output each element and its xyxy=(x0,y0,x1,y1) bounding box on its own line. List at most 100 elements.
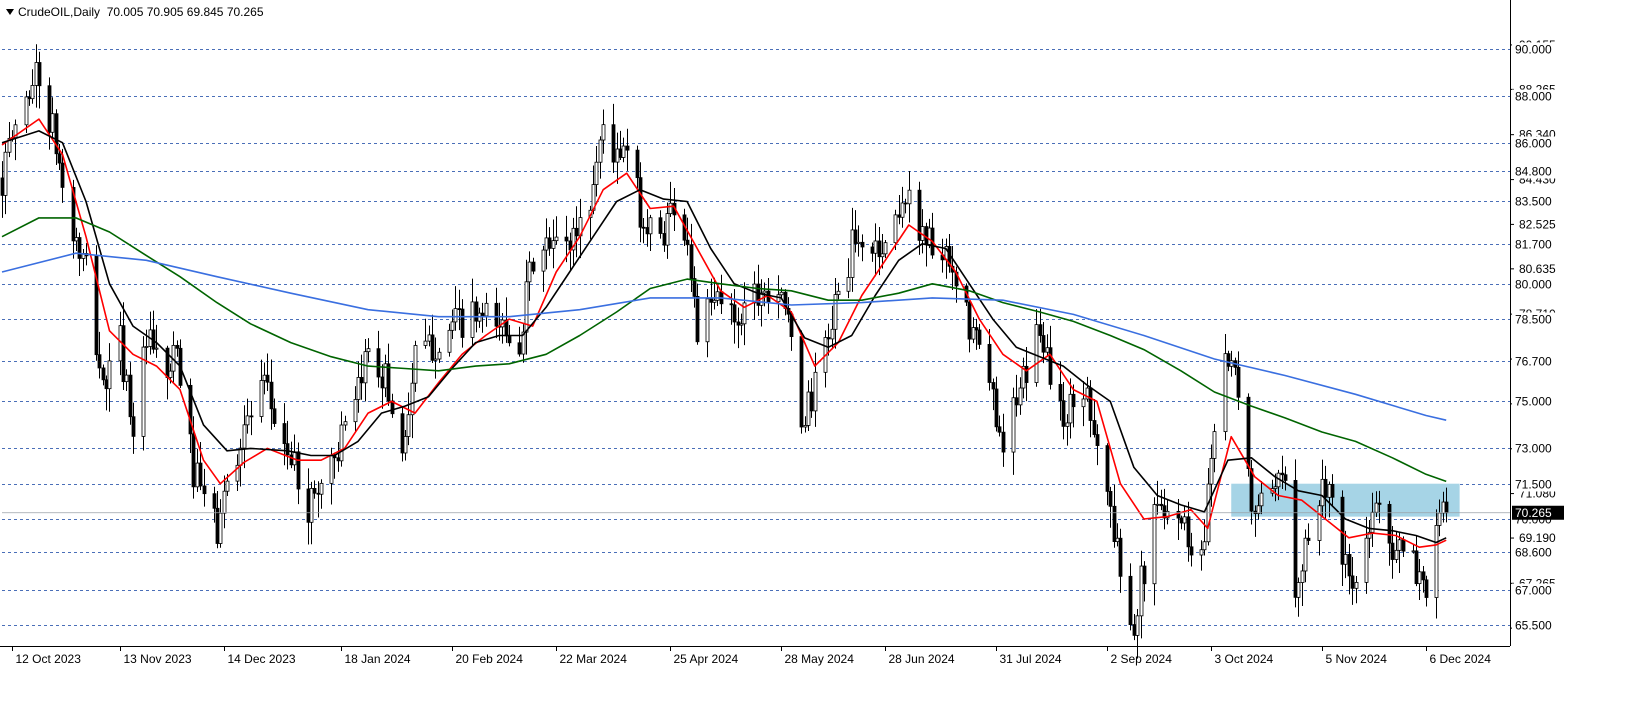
candle-body xyxy=(1182,516,1187,524)
candle-body xyxy=(1387,503,1392,544)
candle-body xyxy=(319,482,324,495)
candle-body xyxy=(1323,478,1328,498)
candle-body xyxy=(1347,554,1352,577)
candle-body xyxy=(245,415,250,426)
candle-body xyxy=(430,334,435,361)
candle-body xyxy=(1128,575,1133,625)
candle-body xyxy=(997,426,1002,433)
candle-body xyxy=(1434,525,1439,598)
candle-body xyxy=(437,351,442,360)
level-price-label: 80.000 xyxy=(1515,278,1552,292)
candle-body xyxy=(457,308,462,310)
candle-body xyxy=(60,162,65,188)
candle-body xyxy=(1189,546,1194,556)
candle-body xyxy=(423,340,428,346)
time-tick-label: 5 Nov 2024 xyxy=(1326,652,1388,666)
candle-body xyxy=(1364,537,1369,583)
candle-body xyxy=(97,354,102,369)
candle-body xyxy=(846,277,851,292)
time-tick-label: 6 Dec 2024 xyxy=(1430,652,1492,666)
candle-body xyxy=(312,488,317,494)
candle-body xyxy=(598,139,603,163)
candle-body xyxy=(1132,624,1137,636)
candle-body xyxy=(601,124,606,141)
level-price-label: 88.000 xyxy=(1515,90,1552,104)
candle-body xyxy=(3,151,8,196)
candle-body xyxy=(427,334,432,342)
candle-body xyxy=(709,298,714,303)
candle-body xyxy=(484,302,489,317)
candle-body xyxy=(1283,474,1288,481)
candle-body xyxy=(306,488,311,523)
candle-body xyxy=(695,296,700,343)
candle-body xyxy=(705,298,710,343)
candle-body xyxy=(564,236,569,242)
candle-body xyxy=(658,217,663,234)
candle-body xyxy=(893,214,898,244)
ohlc-values: 70.005 70.905 69.845 70.265 xyxy=(106,4,264,19)
candle-body xyxy=(212,493,217,509)
level-price-label: 81.700 xyxy=(1515,238,1552,252)
candle-body xyxy=(168,370,173,378)
candle-body xyxy=(638,177,643,228)
candle-body xyxy=(1377,502,1382,505)
candle-body xyxy=(665,213,670,246)
candle-body xyxy=(1320,478,1325,507)
level-price-label: 71.500 xyxy=(1515,478,1552,492)
candle-body xyxy=(692,278,697,297)
candle-body xyxy=(296,451,301,490)
candle-body xyxy=(1317,505,1322,541)
time-tick-label: 22 Mar 2024 xyxy=(560,652,628,666)
time-tick-label: 3 Oct 2024 xyxy=(1215,652,1274,666)
candle-body xyxy=(1236,366,1241,398)
level-price-label: 76.700 xyxy=(1515,355,1552,369)
candle-body xyxy=(309,488,314,523)
candle-body xyxy=(289,454,294,466)
candle-body xyxy=(813,371,818,412)
candle-body xyxy=(897,214,902,218)
time-tick-label: 28 Jun 2024 xyxy=(889,652,955,666)
candle-body xyxy=(1065,422,1070,427)
candle-body xyxy=(739,323,744,326)
candle-body xyxy=(128,374,133,418)
candle-body xyxy=(974,327,979,331)
candle-body xyxy=(494,302,499,327)
candle-body xyxy=(1300,570,1305,583)
candle-body xyxy=(527,261,532,283)
candle-body xyxy=(259,380,264,417)
time-tick-label: 2 Sep 2024 xyxy=(1111,652,1173,666)
candle-body xyxy=(131,416,136,437)
level-price-label: 83.500 xyxy=(1515,195,1552,209)
candle-body xyxy=(1390,542,1395,560)
candle-body xyxy=(1024,365,1029,383)
price-chart[interactable]: 90.15588.26586.34084.43082.52580.63578.7… xyxy=(0,0,1651,706)
time-scale[interactable]: 12 Oct 2023 13 Nov 2023 14 Dec 2023 18 Jan … xyxy=(12,646,1492,666)
candle-body xyxy=(551,240,556,249)
collapse-triangle-icon[interactable] xyxy=(6,8,14,15)
candle-body xyxy=(1226,353,1231,367)
candle-body xyxy=(517,342,522,355)
candle-body xyxy=(470,301,475,338)
candle-body xyxy=(1038,324,1043,336)
candle-body xyxy=(927,227,932,245)
candle-body xyxy=(47,85,52,133)
resistance-zone[interactable] xyxy=(1231,483,1460,517)
level-price-label: 78.500 xyxy=(1515,313,1552,327)
candle-body xyxy=(1068,393,1073,424)
ma_long-line xyxy=(1,252,1447,421)
candle-body xyxy=(689,244,694,279)
candle-body xyxy=(1014,397,1019,406)
candle-body xyxy=(806,391,811,426)
candle-body xyxy=(1273,486,1278,489)
level-price-label: 65.500 xyxy=(1515,619,1552,633)
candle-body xyxy=(343,421,348,426)
time-tick-label: 13 Nov 2023 xyxy=(124,652,192,666)
candle-body xyxy=(1417,571,1422,585)
candle-body xyxy=(1212,431,1217,459)
candle-body xyxy=(715,291,720,301)
candle-body xyxy=(329,455,334,484)
candle-body xyxy=(1350,575,1355,589)
candle-body xyxy=(712,299,717,303)
candle-body xyxy=(853,229,858,244)
candle-body xyxy=(1421,571,1426,581)
